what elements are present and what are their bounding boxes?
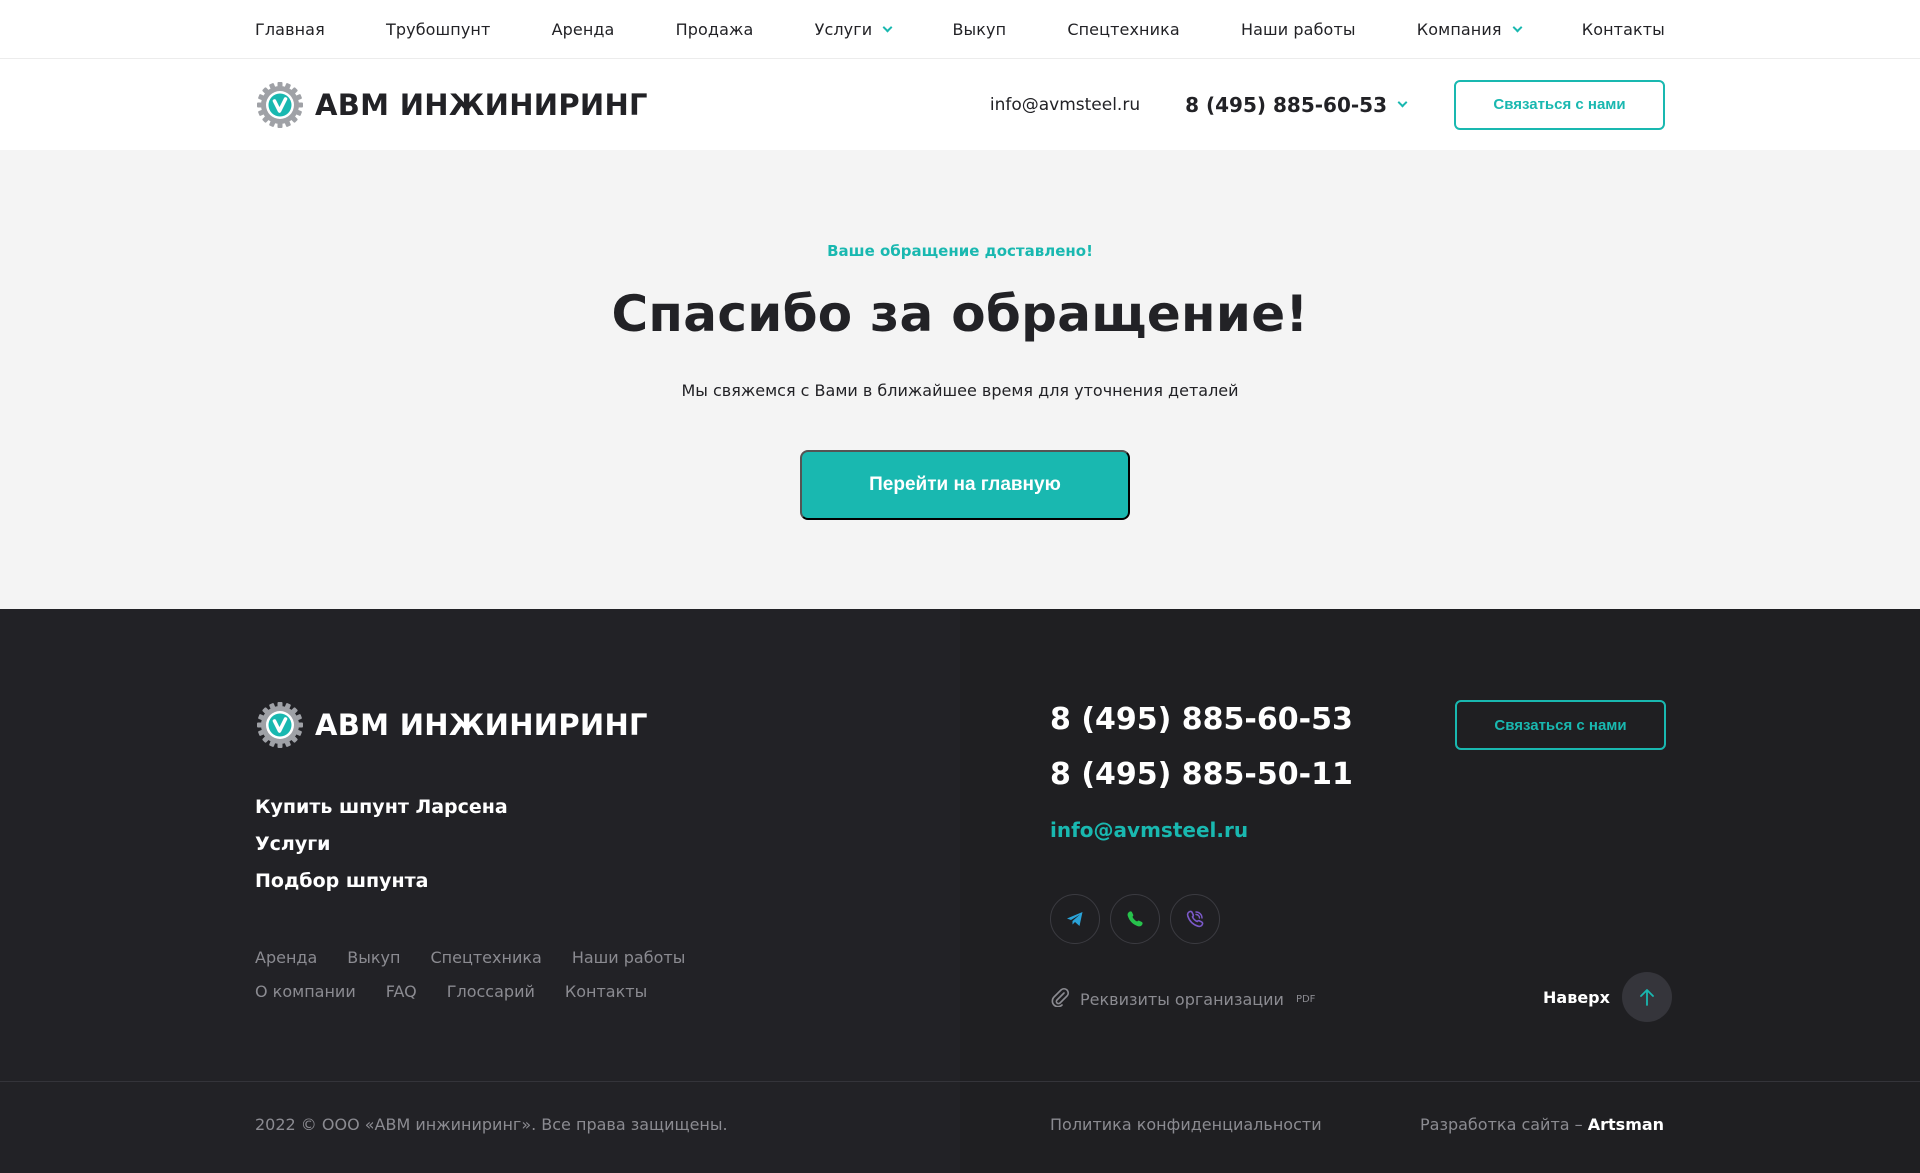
footer-link-our-works[interactable]: Наши работы bbox=[572, 948, 686, 967]
footer-secondary-links: Аренда Выкуп Спецтехника Наши работы О к… bbox=[255, 948, 755, 1016]
chevron-down-icon bbox=[1397, 97, 1408, 108]
contact-us-button[interactable]: Связаться с нами bbox=[1454, 79, 1665, 130]
nav-item-label: Главная bbox=[255, 19, 325, 39]
nav-item-6[interactable]: Спецтехника bbox=[1067, 20, 1179, 39]
footer-logo[interactable]: АВМ ИНЖИНИРИНГ bbox=[255, 700, 648, 750]
developer-credit-prefix: Разработка сайта – bbox=[1420, 1115, 1588, 1134]
footer-link-services[interactable]: Услуги bbox=[255, 833, 508, 855]
arrow-up-icon[interactable] bbox=[1621, 972, 1672, 1022]
footer-phone-2[interactable]: 8 (495) 885-50-11 bbox=[1050, 757, 1353, 792]
pdf-badge: PDF bbox=[1295, 993, 1316, 1005]
footer-divider bbox=[0, 1081, 1920, 1082]
nav-item-9[interactable]: Контакты bbox=[1582, 20, 1665, 39]
site-header: АВМ ИНЖИНИРИНГ info@avmsteel.ru 8 (495) … bbox=[0, 59, 1920, 150]
thank-you-section: Ваше обращение доставлено! Спасибо за об… bbox=[0, 150, 1920, 610]
site-footer: АВМ ИНЖИНИРИНГ Купить шпунт Ларсена Услу… bbox=[0, 609, 1920, 1173]
nav-item-label: Спецтехника bbox=[1067, 19, 1180, 39]
nav-item-label: Компания bbox=[1416, 19, 1502, 39]
footer-phone-1[interactable]: 8 (495) 885-60-53 bbox=[1050, 702, 1353, 737]
scroll-to-top[interactable]: Наверх bbox=[1543, 972, 1672, 1022]
nav-item-8[interactable]: Компания bbox=[1416, 19, 1523, 39]
footer-link-sheet-pile-selection[interactable]: Подбор шпунта bbox=[255, 870, 508, 892]
go-home-button[interactable]: Перейти на главную bbox=[800, 450, 1130, 520]
nav-item-label: Услуги bbox=[814, 19, 873, 39]
logo-text: АВМ ИНЖИНИРИНГ bbox=[315, 87, 648, 122]
top-navigation: Главная Трубошпунт Аренда Продажа Услуги Выку… bbox=[0, 0, 1920, 59]
footer-link-machinery[interactable]: Спецтехника bbox=[430, 948, 541, 967]
success-kicker: Ваше обращение доставлено! bbox=[827, 242, 1093, 260]
header-email-link[interactable]: info@avmsteel.ru bbox=[990, 95, 1140, 115]
footer-main-links: Купить шпунт Ларсена Услуги Подбор шпунт… bbox=[255, 796, 508, 892]
footer-logo-text: АВМ ИНЖИНИРИНГ bbox=[315, 708, 648, 742]
footer-right-panel bbox=[960, 609, 1920, 1173]
header-phone-number: 8 (495) 885-60-53 bbox=[1185, 92, 1387, 117]
nav-item-label: Наши работы bbox=[1240, 19, 1356, 39]
whatsapp-phone-icon[interactable] bbox=[1110, 894, 1160, 944]
developer-credit: Разработка сайта – Artsman bbox=[1420, 1115, 1664, 1134]
copyright-text: 2022 © ООО «АВМ инжиниринг». Все права з… bbox=[255, 1115, 728, 1134]
nav-item-4[interactable]: Услуги bbox=[814, 19, 893, 39]
paperclip-icon bbox=[1050, 987, 1070, 1011]
gear-check-logo-icon bbox=[255, 700, 305, 750]
nav-item-label: Продажа bbox=[675, 19, 754, 39]
nav-item-0[interactable]: Главная bbox=[255, 20, 325, 39]
footer-link-glossary[interactable]: Глоссарий bbox=[447, 982, 535, 1001]
gear-check-logo-icon bbox=[255, 80, 305, 130]
footer-email-link[interactable]: info@avmsteel.ru bbox=[1050, 818, 1248, 842]
developer-link[interactable]: Artsman bbox=[1588, 1115, 1664, 1134]
social-links bbox=[1050, 894, 1220, 944]
header-phone-dropdown[interactable]: 8 (495) 885-60-53 bbox=[1185, 92, 1408, 117]
nav-list: Главная Трубошпунт Аренда Продажа Услуги Выку… bbox=[255, 0, 1665, 58]
nav-item-label: Контакты bbox=[1581, 19, 1665, 39]
requisites-label: Реквизиты организации bbox=[1080, 989, 1284, 1009]
nav-item-5[interactable]: Выкуп bbox=[952, 20, 1006, 39]
logo[interactable]: АВМ ИНЖИНИРИНГ bbox=[255, 80, 648, 130]
privacy-policy-link[interactable]: Политика конфиденциальности bbox=[1050, 1115, 1322, 1134]
footer-link-buy-larssen[interactable]: Купить шпунт Ларсена bbox=[255, 796, 508, 818]
chevron-down-icon bbox=[1512, 22, 1523, 32]
footer-contact-us-button[interactable]: Связаться с нами bbox=[1455, 700, 1666, 750]
footer-link-about[interactable]: О компании bbox=[255, 982, 356, 1001]
requisites-link[interactable]: Реквизиты организации PDF bbox=[1050, 987, 1315, 1011]
viber-icon[interactable] bbox=[1170, 894, 1220, 944]
page-title: Спасибо за обращение! bbox=[611, 285, 1309, 343]
telegram-icon[interactable] bbox=[1050, 894, 1100, 944]
nav-item-3[interactable]: Продажа bbox=[676, 20, 754, 39]
nav-item-7[interactable]: Наши работы bbox=[1241, 20, 1356, 39]
chevron-down-icon bbox=[882, 22, 893, 32]
footer-link-buyback[interactable]: Выкуп bbox=[347, 948, 400, 967]
page-subtitle: Мы свяжемся с Вами в ближайшее время для… bbox=[681, 381, 1239, 400]
footer-link-contacts[interactable]: Контакты bbox=[565, 982, 647, 1001]
scroll-to-top-label: Наверх bbox=[1543, 987, 1610, 1007]
nav-item-1[interactable]: Трубошпунт bbox=[386, 20, 490, 39]
nav-item-label: Выкуп bbox=[952, 19, 1007, 39]
footer-link-faq[interactable]: FAQ bbox=[386, 982, 417, 1001]
nav-item-label: Аренда bbox=[551, 19, 615, 39]
nav-item-label: Трубошпунт bbox=[386, 19, 491, 39]
footer-link-rent[interactable]: Аренда bbox=[255, 948, 317, 967]
nav-item-2[interactable]: Аренда bbox=[552, 20, 615, 39]
